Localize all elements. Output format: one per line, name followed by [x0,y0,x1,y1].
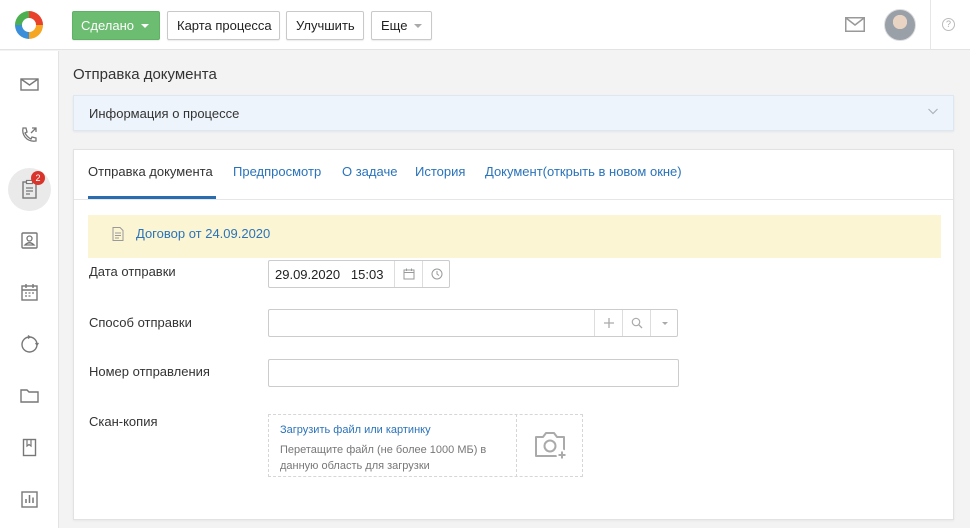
plus-icon [604,318,614,328]
calendar-icon [403,268,415,280]
upload-hint: Перетащите файл (не более 1000 МБ) в дан… [280,444,487,472]
done-button[interactable]: Сделано [72,11,160,40]
chevron-down-icon[interactable] [928,106,938,116]
cycle-icon [21,335,39,353]
tab-document-new-window[interactable]: Документ(открыть в новом окне) [485,164,682,179]
tab-history[interactable]: История [415,164,465,179]
send-method-field[interactable] [268,309,678,337]
bar-chart-icon [21,491,38,508]
caret-down-icon [414,24,422,28]
sidebar-item-contacts[interactable] [8,219,51,262]
sidebar-item-tasks[interactable]: 2 [8,168,51,211]
mail-icon[interactable] [845,17,865,32]
phone-icon [22,127,37,142]
sidebar-item-calls[interactable] [8,114,51,157]
process-map-button[interactable]: Карта процесса [167,11,280,40]
tab-bar: Отправка документа Предпросмотр О задаче… [74,150,953,200]
file-upload-area[interactable]: Загрузить файл или картинку Перетащите ф… [268,414,583,477]
mail-icon [20,78,39,91]
top-bar: Сделано Карта процесса Улучшить Еще ? [0,0,970,50]
process-map-label: Карта процесса [177,18,272,33]
sidebar-item-processes[interactable] [8,323,51,366]
tasks-badge: 2 [31,171,45,185]
tab-preview[interactable]: Предпросмотр [233,164,321,179]
sidebar-item-calendar[interactable] [8,271,51,314]
sidebar-item-bookmarks[interactable] [8,426,51,469]
improve-label: Улучшить [296,18,355,33]
improve-button[interactable]: Улучшить [286,11,364,40]
send-date-value: 29.09.2020 15:03 [275,267,383,282]
upload-file-link[interactable]: Загрузить файл или картинку [280,424,431,436]
camera-add-icon [535,432,568,461]
caret-down-icon [662,322,668,325]
tab-about-task[interactable]: О задаче [342,164,397,179]
tracking-number-input[interactable] [268,359,679,387]
caret-down-icon [141,24,149,28]
document-icon [112,227,124,241]
process-info-panel[interactable]: Информация о процессе [73,95,954,131]
sidebar-item-documents[interactable] [8,374,51,417]
time-picker-button[interactable] [422,261,450,287]
main-card: Отправка документа Предпросмотр О задаче… [73,149,954,520]
divider [930,0,931,50]
done-button-label: Сделано [81,18,134,33]
camera-upload-button[interactable] [516,414,583,477]
scan-copy-label: Скан-копия [89,414,158,429]
send-date-field[interactable]: 29.09.2020 15:03 [268,260,450,288]
calendar-icon [21,284,38,301]
tab-send-document[interactable]: Отправка документа [88,164,213,179]
process-info-label: Информация о процессе [89,106,240,121]
send-date-text: 29.09.2020 [275,267,341,282]
more-button[interactable]: Еще [371,11,432,40]
clock-icon [431,268,443,280]
document-link[interactable]: Договор от 24.09.2020 [136,226,270,241]
sidebar-item-mail[interactable] [8,63,51,106]
active-tab-indicator [88,196,216,199]
app-logo-icon[interactable] [12,8,46,42]
sidebar: 2 [0,51,59,528]
more-label: Еще [381,18,408,33]
tracking-number-label: Номер отправления [89,364,210,379]
add-method-button[interactable] [594,310,622,336]
folder-icon [20,389,39,403]
search-method-button[interactable] [622,310,650,336]
date-picker-button[interactable] [394,261,422,287]
bookmark-icon [22,438,37,457]
send-method-label: Способ отправки [89,315,192,330]
document-banner: Договор от 24.09.2020 [88,215,941,258]
method-dropdown-button[interactable] [650,310,678,336]
user-avatar[interactable] [884,9,916,41]
search-icon [631,317,643,329]
sidebar-item-reports[interactable] [8,478,51,521]
page-title: Отправка документа [73,66,217,83]
send-time-text: 15:03 [350,267,384,282]
help-icon[interactable]: ? [942,18,955,31]
contact-card-icon [21,232,38,249]
send-date-label: Дата отправки [89,264,176,279]
